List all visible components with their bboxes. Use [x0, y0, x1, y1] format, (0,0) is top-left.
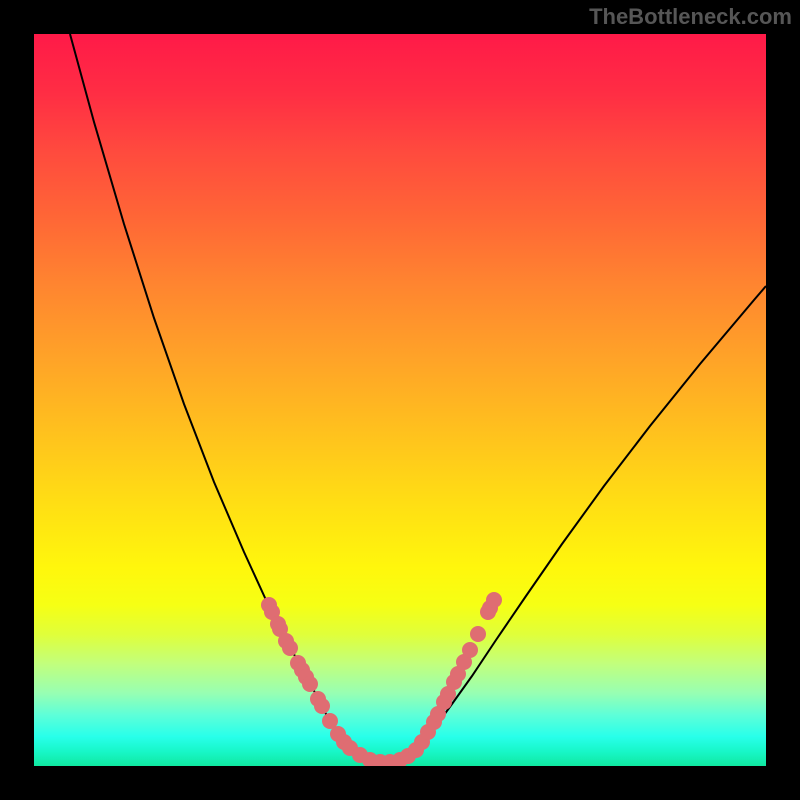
- outer-frame: TheBottleneck.com: [0, 0, 800, 800]
- data-point-marker: [302, 676, 318, 692]
- data-point-marker: [470, 626, 486, 642]
- chart-svg: [34, 34, 766, 766]
- curve-right-branch: [410, 286, 766, 757]
- data-point-marker: [282, 640, 298, 656]
- data-point-marker: [486, 592, 502, 608]
- curve-left-branch: [70, 34, 352, 750]
- plot-area: [34, 34, 766, 766]
- marker-cluster-right: [408, 592, 502, 758]
- data-point-marker: [314, 698, 330, 714]
- data-point-marker: [462, 642, 478, 658]
- watermark-text: TheBottleneck.com: [589, 4, 792, 30]
- marker-cluster-left: [261, 597, 416, 766]
